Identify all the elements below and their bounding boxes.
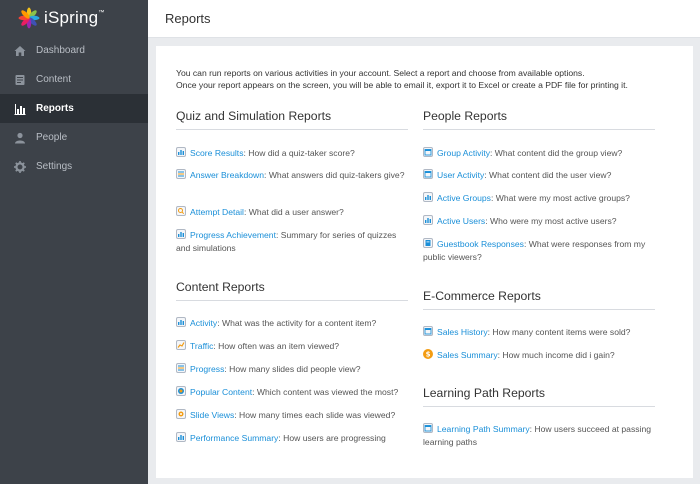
gear-icon <box>13 160 27 174</box>
report-slide-views: Slide Views: How many times each slide w… <box>176 409 408 422</box>
report-sales-summary: $ Sales Summary: How much income did i ga… <box>423 349 655 362</box>
report-answer-breakdown: Answer Breakdown: What answers did quiz-… <box>176 169 408 182</box>
report-link[interactable]: Popular Content <box>190 387 252 397</box>
page-title: Reports <box>165 11 211 26</box>
report-link[interactable]: Active Users <box>437 216 485 226</box>
sidebar-item-label: Reports <box>36 103 74 114</box>
report-link[interactable]: Answer Breakdown <box>190 170 264 180</box>
report-link[interactable]: Progress Achievement <box>190 230 276 240</box>
home-icon <box>13 44 27 58</box>
report-active-groups: Active Groups: What were my most active … <box>423 192 655 205</box>
sidebar-item-content[interactable]: Content <box>0 65 148 94</box>
report-link[interactable]: Performance Summary <box>190 433 278 443</box>
sidebar-item-label: People <box>36 132 68 143</box>
section-title: People Reports <box>423 109 655 130</box>
report-sales-history: Sales History: How many content items we… <box>423 326 655 339</box>
report-link[interactable]: Score Results <box>190 148 244 158</box>
bar-chart-icon <box>176 317 186 327</box>
sidebar-item-settings[interactable]: Settings <box>0 152 148 181</box>
list-icon <box>176 363 186 373</box>
report-learning-path-summary: Learning Path Summary: How users succeed… <box>423 423 651 447</box>
intro-text: You can run reports on various activitie… <box>176 68 628 91</box>
target-icon <box>176 386 186 396</box>
sidebar-item-reports[interactable]: Reports <box>0 94 148 123</box>
section-title: Learning Path Reports <box>423 386 655 407</box>
list-icon <box>176 169 186 179</box>
calendar-icon <box>423 147 433 157</box>
report-progress: Progress: How many slides did people vie… <box>176 363 408 376</box>
sidebar-item-label: Settings <box>36 161 73 172</box>
dollar-icon: $ <box>423 349 433 359</box>
person-icon <box>13 131 27 145</box>
section-quiz: Quiz and Simulation Reports <box>176 109 408 130</box>
eye-icon <box>176 409 186 419</box>
section-content: Content Reports <box>176 280 408 301</box>
report-score-results: Score Results: How did a quiz-taker scor… <box>176 147 408 160</box>
calendar-icon <box>423 326 433 336</box>
calendar-icon <box>423 169 433 179</box>
report-traffic: Traffic: How often was an item viewed? <box>176 340 408 353</box>
report-link[interactable]: Traffic <box>190 341 213 351</box>
reports-panel: You can run reports on various activitie… <box>156 46 693 478</box>
bar-chart-icon <box>176 229 186 239</box>
report-activity: Activity: What was the activity for a co… <box>176 317 408 330</box>
sidebar-item-label: Dashboard <box>36 45 85 56</box>
report-link[interactable]: Learning Path Summary <box>437 424 530 434</box>
report-link[interactable]: Sales History <box>437 327 488 337</box>
book-icon <box>423 238 433 248</box>
section-learning-path: Learning Path Reports <box>423 386 655 407</box>
report-link[interactable]: Progress <box>190 364 224 374</box>
report-link[interactable]: User Activity <box>437 170 484 180</box>
section-ecommerce: E-Commerce Reports <box>423 289 655 310</box>
bar-chart-icon <box>423 192 433 202</box>
logo[interactable]: iSpring™ <box>0 0 148 36</box>
report-performance-summary: Performance Summary: How users are progr… <box>176 432 408 445</box>
report-guestbook-responses: Guestbook Responses: What were responses… <box>423 238 646 262</box>
svg-text:$: $ <box>426 351 431 358</box>
report-attempt-detail: Attempt Detail: What did a user answer? <box>176 206 408 219</box>
report-link[interactable]: Attempt Detail <box>190 207 244 217</box>
report-link[interactable]: Guestbook Responses <box>437 239 524 249</box>
report-link[interactable]: Group Activity <box>437 148 490 158</box>
trend-icon <box>176 340 186 350</box>
section-title: E-Commerce Reports <box>423 289 655 310</box>
report-link[interactable]: Active Groups <box>437 193 491 203</box>
bar-chart-icon <box>176 147 186 157</box>
section-title: Quiz and Simulation Reports <box>176 109 408 130</box>
sidebar-item-people[interactable]: People <box>0 123 148 152</box>
report-user-activity: User Activity: What content did the user… <box>423 169 655 182</box>
sidebar-item-dashboard[interactable]: Dashboard <box>0 36 148 65</box>
report-link[interactable]: Activity <box>190 318 217 328</box>
document-icon <box>13 73 27 87</box>
report-progress-achievement: Progress Achievement: Summary for series… <box>176 229 397 253</box>
section-people: People Reports <box>423 109 655 130</box>
search-doc-icon <box>176 206 186 216</box>
report-link[interactable]: Slide Views <box>190 410 234 420</box>
sidebar: iSpring™ Dashboard Content Reports Peopl… <box>0 0 148 484</box>
sidebar-item-label: Content <box>36 74 72 85</box>
report-group-activity: Group Activity: What content did the gro… <box>423 147 655 160</box>
brand-name: iSpring™ <box>44 8 105 27</box>
report-active-users: Active Users: Who were my most active us… <box>423 215 655 228</box>
report-link[interactable]: Sales Summary <box>437 350 498 360</box>
bar-chart-icon <box>176 432 186 442</box>
header: Reports <box>148 0 700 38</box>
bar-chart-icon <box>13 102 27 116</box>
report-popular-content: Popular Content: Which content was viewe… <box>176 386 408 399</box>
ispring-logo-icon <box>18 7 40 29</box>
calendar-icon <box>423 423 433 433</box>
bar-chart-icon <box>423 215 433 225</box>
section-title: Content Reports <box>176 280 408 301</box>
